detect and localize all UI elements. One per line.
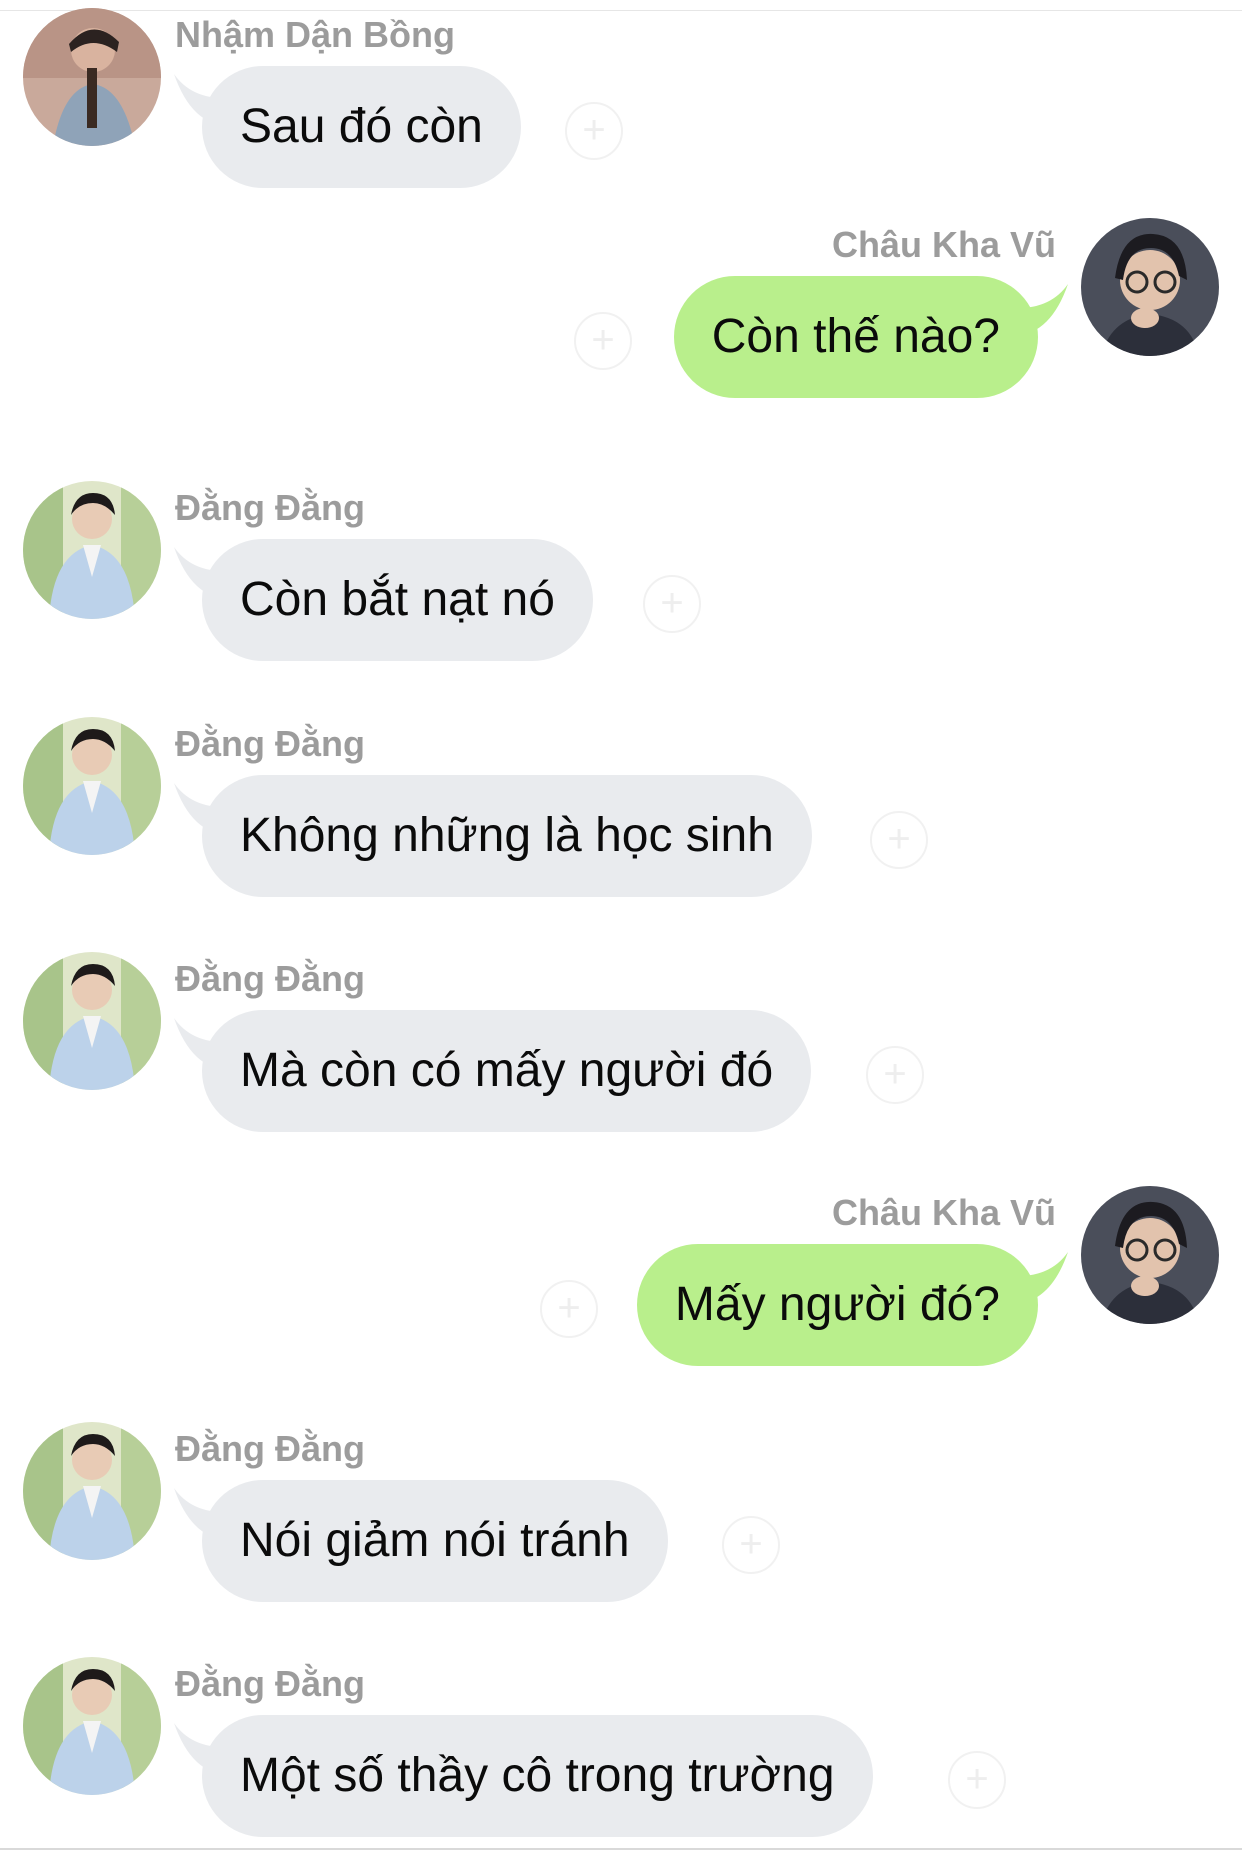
message-row: Châu Kha Vũ Mấy người đó? +: [0, 1186, 1242, 1386]
message-bubble[interactable]: Còn bắt nạt nó: [202, 539, 593, 661]
sender-name: Đằng Đằng: [175, 487, 366, 528]
message-bubble[interactable]: Một số thầy cô trong trường: [202, 1715, 873, 1837]
message-row: Đằng Đằng Không những là học sinh +: [0, 717, 1242, 917]
add-reaction-icon[interactable]: +: [643, 575, 701, 633]
bottom-divider: [0, 1848, 1242, 1850]
sender-name: Đằng Đằng: [175, 958, 366, 999]
avatar-dang-dang[interactable]: [23, 481, 161, 619]
avatar-dang-dang[interactable]: [23, 952, 161, 1090]
sender-name: Đằng Đằng: [175, 1428, 366, 1469]
sender-name: Châu Kha Vũ: [831, 1192, 1056, 1233]
message-bubble[interactable]: Sau đó còn: [202, 66, 521, 188]
add-reaction-icon[interactable]: +: [574, 312, 632, 370]
message-bubble[interactable]: Nói giảm nói tránh: [202, 1480, 668, 1602]
add-reaction-icon[interactable]: +: [722, 1516, 780, 1574]
avatar-dang-dang[interactable]: [23, 1422, 161, 1560]
sender-name: Nhậm Dận Bồng: [175, 14, 456, 55]
avatar-dang-dang[interactable]: [23, 1657, 161, 1795]
add-reaction-icon[interactable]: +: [565, 102, 623, 160]
avatar-chau-kha-vu[interactable]: [1081, 1186, 1219, 1324]
message-bubble[interactable]: Mấy người đó?: [636, 1244, 1038, 1366]
add-reaction-icon[interactable]: +: [948, 1751, 1006, 1809]
add-reaction-icon[interactable]: +: [540, 1280, 598, 1338]
message-row: Nhậm Dận Bồng Sau đó còn +: [0, 8, 1242, 208]
sender-name: Đằng Đằng: [175, 723, 366, 764]
sender-name: Châu Kha Vũ: [831, 224, 1056, 265]
message-row: Đằng Đằng Còn bắt nạt nó +: [0, 481, 1242, 681]
message-bubble[interactable]: Mà còn có mấy người đó: [202, 1010, 812, 1132]
message-bubble[interactable]: Không những là học sinh: [202, 775, 812, 897]
sender-name: Đằng Đằng: [175, 1663, 366, 1704]
add-reaction-icon[interactable]: +: [866, 1046, 924, 1104]
avatar-nham-dan-bong[interactable]: [23, 8, 161, 146]
avatar-chau-kha-vu[interactable]: [1081, 218, 1219, 356]
message-row: Đằng Đằng Một số thầy cô trong trường +: [0, 1657, 1242, 1857]
message-bubble[interactable]: Còn thế nào?: [673, 276, 1038, 398]
message-row: Đằng Đằng Nói giảm nói tránh +: [0, 1422, 1242, 1622]
message-row: Châu Kha Vũ Còn thế nào? +: [0, 218, 1242, 418]
avatar-dang-dang[interactable]: [23, 717, 161, 855]
add-reaction-icon[interactable]: +: [870, 811, 928, 869]
message-row: Đằng Đằng Mà còn có mấy người đó +: [0, 952, 1242, 1152]
